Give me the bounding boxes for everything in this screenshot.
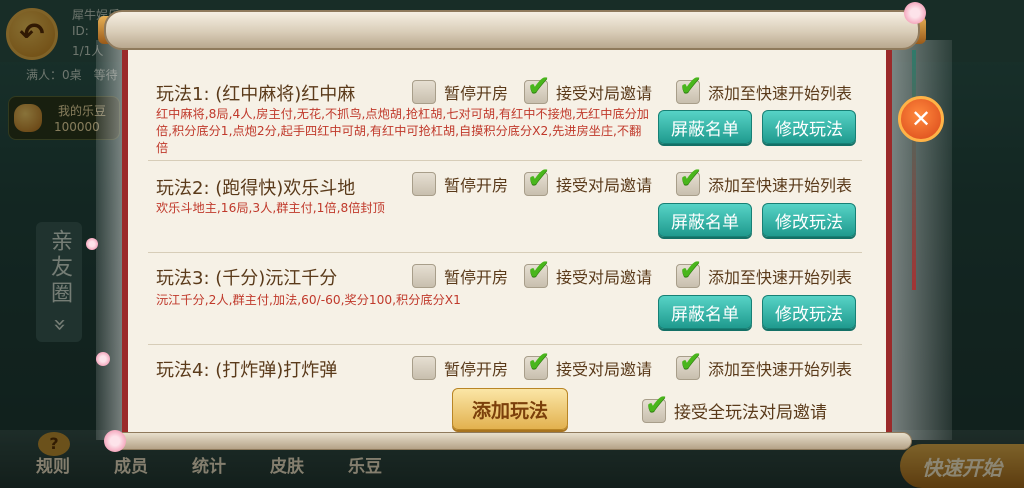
rule-3-accept-checkbox[interactable]: ✔ 接受对局邀请 bbox=[524, 256, 652, 288]
rule-1-description: 红中麻将,8局,4人,房主付,无花,不抓鸟,点炮胡,抢杠胡,七对可胡,有红中不接… bbox=[156, 107, 649, 155]
add-rule-button[interactable]: 添加玩法 bbox=[452, 388, 568, 430]
rule-2-pause-checkbox[interactable]: 暂停开房 bbox=[412, 172, 508, 196]
rule-2-block-list-button[interactable]: 屏蔽名单 bbox=[658, 203, 752, 237]
rule-4-pause-checkbox[interactable]: 暂停开房 bbox=[412, 356, 508, 380]
petal-icon bbox=[96, 352, 110, 366]
checkmark-icon: ✔ bbox=[527, 253, 551, 286]
petal-icon bbox=[86, 238, 98, 250]
rule-3-description: 沅江千分,2人,群主付,加法,60/-60,奖分100,积分底分X1 bbox=[156, 293, 461, 307]
checkmark-icon: ✔ bbox=[679, 253, 703, 286]
scroll-top-rod bbox=[104, 10, 920, 50]
divider bbox=[148, 160, 862, 161]
rule-3-title: 玩法3: (千分)沅江千分 bbox=[156, 268, 338, 289]
checkmark-icon: ✔ bbox=[527, 69, 551, 102]
rule-1-quick-checkbox[interactable]: ✔ 添加至快速开始列表 bbox=[676, 72, 852, 104]
blossom-icon bbox=[104, 430, 126, 452]
checkmark-icon: ✔ bbox=[679, 161, 703, 194]
rule-3-pause-checkbox[interactable]: 暂停开房 bbox=[412, 264, 508, 288]
tassel-decoration bbox=[912, 50, 916, 290]
checkmark-icon: ✔ bbox=[527, 345, 551, 378]
rule-2-quick-checkbox[interactable]: ✔ 添加至快速开始列表 bbox=[676, 164, 852, 196]
accept-all-checkbox[interactable]: ✔ 接受全玩法对局邀请 bbox=[642, 390, 827, 423]
checkmark-icon: ✔ bbox=[527, 161, 551, 194]
rule-4-title: 玩法4: (打炸弹)打炸弹 bbox=[156, 360, 338, 381]
rule-4-quick-checkbox[interactable]: ✔ 添加至快速开始列表 bbox=[676, 348, 852, 380]
rule-3-block-list-button[interactable]: 屏蔽名单 bbox=[658, 295, 752, 329]
divider bbox=[148, 344, 862, 345]
rule-2-accept-checkbox[interactable]: ✔ 接受对局邀请 bbox=[524, 164, 652, 196]
rule-1-modify-button[interactable]: 修改玩法 bbox=[762, 110, 856, 144]
checkmark-icon: ✔ bbox=[645, 387, 669, 421]
checkmark-icon: ✔ bbox=[679, 345, 703, 378]
rule-3-quick-checkbox[interactable]: ✔ 添加至快速开始列表 bbox=[676, 256, 852, 288]
scroll-bottom-rod bbox=[112, 432, 912, 450]
rule-1-block-list-button[interactable]: 屏蔽名单 bbox=[658, 110, 752, 144]
checkmark-icon: ✔ bbox=[679, 69, 703, 102]
blossom-icon bbox=[904, 2, 926, 24]
close-icon: ✕ bbox=[910, 105, 932, 133]
divider bbox=[148, 252, 862, 253]
rule-1-accept-checkbox[interactable]: ✔ 接受对局邀请 bbox=[524, 72, 652, 104]
rule-2-modify-button[interactable]: 修改玩法 bbox=[762, 203, 856, 237]
rule-4-accept-checkbox[interactable]: ✔ 接受对局邀请 bbox=[524, 348, 652, 380]
rule-2-title: 玩法2: (跑得快)欢乐斗地 bbox=[156, 178, 356, 199]
close-button[interactable]: ✕ bbox=[898, 96, 944, 142]
rule-1-pause-checkbox[interactable]: 暂停开房 bbox=[412, 80, 508, 104]
rule-1-title: 玩法1: (红中麻将)红中麻 bbox=[156, 84, 356, 105]
rule-3-modify-button[interactable]: 修改玩法 bbox=[762, 295, 856, 329]
rule-2-description: 欢乐斗地主,16局,3人,群主付,1倍,8倍封顶 bbox=[156, 201, 385, 215]
